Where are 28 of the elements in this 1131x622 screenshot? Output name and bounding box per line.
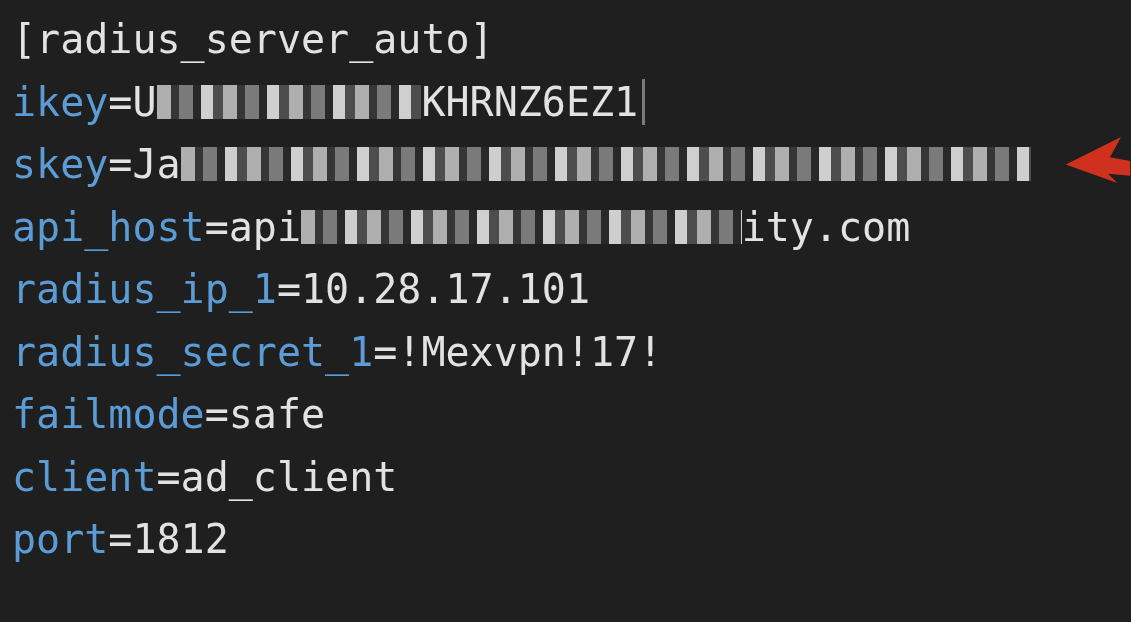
config-key: api_host: [12, 203, 205, 250]
equals-sign: =: [373, 328, 398, 375]
config-key: radius_secret_1: [12, 328, 374, 375]
config-value: 1812: [132, 516, 229, 563]
config-key: radius_ip_1: [12, 266, 277, 313]
config-value: !Mexvpn!17!: [397, 328, 663, 375]
config-value: safe: [228, 391, 326, 438]
config-key: ikey: [12, 78, 109, 125]
equals-sign: =: [276, 266, 301, 313]
config-key: failmode: [12, 391, 205, 438]
equals-sign: =: [204, 203, 229, 250]
config-value: ity.com: [741, 203, 911, 250]
config-value: ad_client: [180, 453, 398, 500]
arrow-icon: [1065, 137, 1131, 183]
equals-sign: =: [156, 453, 181, 500]
config-value: api: [228, 203, 301, 250]
equals-sign: =: [204, 391, 229, 438]
equals-sign: =: [108, 516, 133, 563]
config-key: port: [12, 516, 109, 563]
equals-sign: =: [108, 141, 133, 188]
config-value: U: [132, 78, 157, 125]
section-header: [radius_server_auto]: [12, 16, 494, 63]
config-value: 10.28.17.101: [301, 266, 590, 313]
config-key: client: [12, 453, 157, 500]
equals-sign: =: [108, 78, 133, 125]
config-value: Ja: [132, 141, 181, 188]
config-value: KHRNZ6EZ1: [421, 78, 639, 125]
config-key: skey: [12, 141, 109, 188]
